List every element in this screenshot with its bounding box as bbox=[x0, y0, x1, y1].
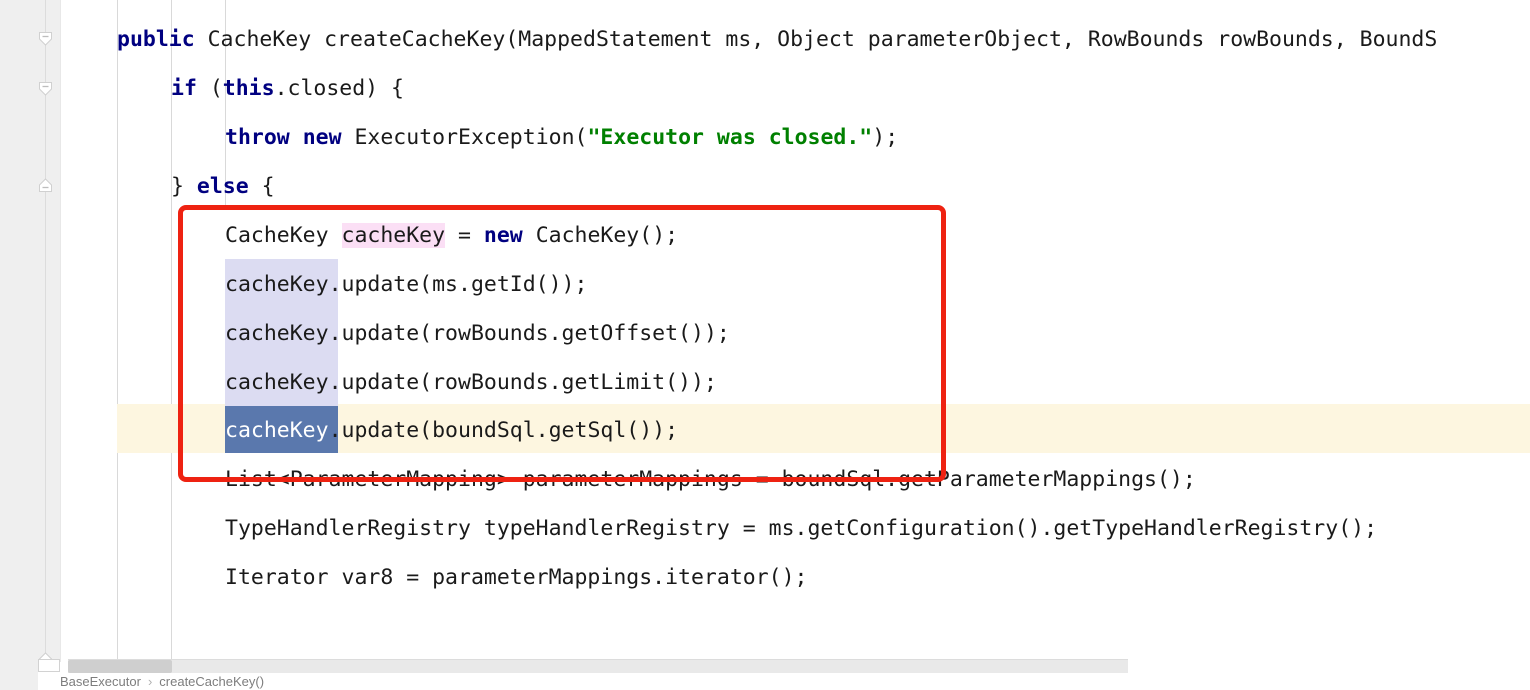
keyword-public: public bbox=[117, 27, 195, 52]
code-text-layer[interactable]: public CacheKey createCacheKey(MappedSta… bbox=[0, 0, 1530, 685]
ide-code-editor-window: @ public CacheKey createCacheKey(MappedS… bbox=[0, 0, 1530, 690]
breadcrumb-item-method[interactable]: createCacheKey() bbox=[159, 674, 264, 689]
code-line-6[interactable]: cacheKey.update(ms.getId()); bbox=[225, 260, 587, 309]
horizontal-scrollbar-track[interactable] bbox=[68, 659, 1128, 673]
line2-open: ( bbox=[196, 76, 223, 101]
line4-open: { bbox=[248, 174, 275, 199]
code-line-7[interactable]: cacheKey.update(rowBounds.getOffset()); bbox=[225, 309, 730, 358]
keyword-this: this bbox=[222, 76, 275, 101]
code-line-3[interactable]: throw new ExecutorException("Executor wa… bbox=[225, 113, 898, 162]
code-line-1[interactable]: public CacheKey createCacheKey(MappedSta… bbox=[117, 15, 1437, 64]
symbol-usage-cachekey-1[interactable]: cacheKey bbox=[225, 272, 329, 297]
breadcrumb-item-class[interactable]: BaseExecutor bbox=[60, 674, 141, 689]
code-line-11[interactable]: TypeHandlerRegistry typeHandlerRegistry … bbox=[225, 504, 1377, 553]
code-line-5[interactable]: CacheKey cacheKey = new CacheKey(); bbox=[225, 211, 678, 260]
line1-rest: CacheKey createCacheKey(MappedStatement … bbox=[194, 27, 1438, 52]
editor-bottom-strip-gutter bbox=[0, 662, 38, 690]
keyword-new: new bbox=[302, 125, 342, 150]
code-line-10[interactable]: List<ParameterMapping> parameterMappings… bbox=[225, 455, 1196, 504]
code-line-9[interactable]: cacheKey.update(boundSql.getSql()); bbox=[225, 406, 678, 455]
line9-tail: .update(boundSql.getSql()); bbox=[328, 418, 679, 443]
line3-tail: ); bbox=[872, 125, 899, 150]
line6-tail: .update(ms.getId()); bbox=[328, 272, 588, 297]
horizontal-scrollbar-thumb[interactable] bbox=[68, 660, 172, 673]
keyword-throw: throw bbox=[225, 125, 290, 150]
line2-tail: .closed) { bbox=[274, 76, 405, 101]
symbol-usage-cachekey-2[interactable]: cacheKey bbox=[225, 321, 329, 346]
keyword-else: else bbox=[196, 174, 249, 199]
horizontal-scrollbar-left-button[interactable] bbox=[38, 659, 60, 672]
keyword-if: if bbox=[171, 76, 197, 101]
code-line-2[interactable]: if (this.closed) { bbox=[171, 64, 404, 113]
symbol-usage-cachekey-selected[interactable]: cacheKey bbox=[225, 418, 329, 443]
line4-close: } bbox=[171, 174, 197, 199]
line3-mid: ExecutorException( bbox=[341, 125, 588, 150]
line8-tail: .update(rowBounds.getLimit()); bbox=[328, 370, 717, 395]
breadcrumb[interactable]: BaseExecutor › createCacheKey() bbox=[60, 674, 264, 689]
line5-type: CacheKey bbox=[225, 223, 342, 248]
keyword-new-2: new bbox=[483, 223, 523, 248]
code-line-12[interactable]: Iterator var8 = parameterMappings.iterat… bbox=[225, 553, 807, 602]
code-line-4[interactable]: } else { bbox=[171, 162, 275, 211]
breadcrumb-separator-icon: › bbox=[147, 674, 153, 689]
symbol-declaration-cachekey[interactable]: cacheKey bbox=[341, 223, 446, 248]
symbol-usage-cachekey-3[interactable]: cacheKey bbox=[225, 370, 329, 395]
line5-eq: = bbox=[445, 223, 484, 248]
code-line-8[interactable]: cacheKey.update(rowBounds.getLimit()); bbox=[225, 358, 717, 407]
line7-tail: .update(rowBounds.getOffset()); bbox=[328, 321, 730, 346]
string-literal-executor-closed: "Executor was closed." bbox=[587, 125, 873, 150]
line3-space bbox=[290, 125, 303, 150]
line5-tail: CacheKey(); bbox=[522, 223, 679, 248]
